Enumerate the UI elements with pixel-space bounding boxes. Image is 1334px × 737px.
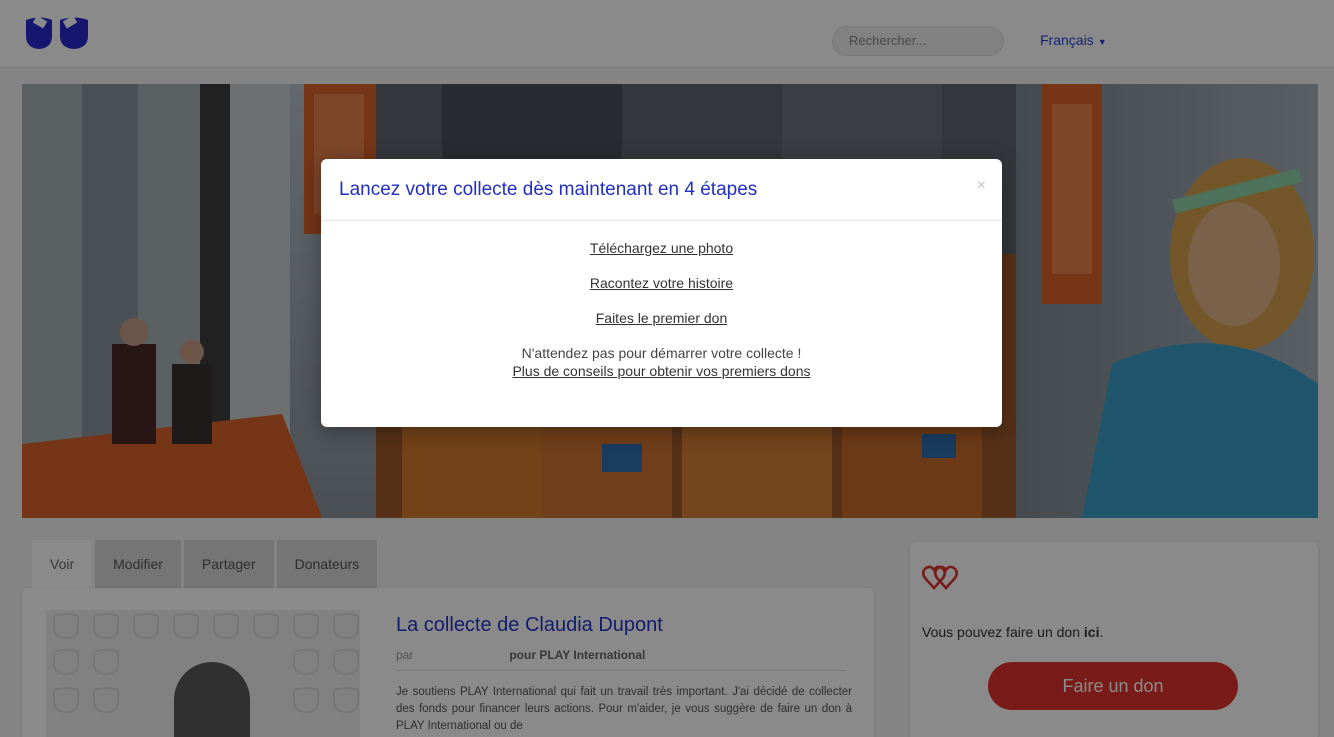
modal-title: Lancez votre collecte dès maintenant en …: [339, 179, 758, 200]
tell-story-link[interactable]: Racontez votre histoire: [321, 274, 1002, 292]
modal-note: N'attendez pas pour démarrer votre colle…: [521, 345, 802, 361]
close-icon[interactable]: ×: [977, 177, 986, 195]
upload-photo-link[interactable]: Téléchargez une photo: [321, 239, 1002, 257]
onboarding-modal: Lancez votre collecte dès maintenant en …: [321, 159, 1002, 427]
first-donation-link[interactable]: Faites le premier don: [321, 309, 1002, 327]
tips-link[interactable]: Plus de conseils pour obtenir vos premie…: [321, 362, 1002, 380]
modal-header: Lancez votre collecte dès maintenant en …: [321, 159, 1002, 221]
modal-body: Téléchargez une photo Racontez votre his…: [321, 221, 1002, 380]
